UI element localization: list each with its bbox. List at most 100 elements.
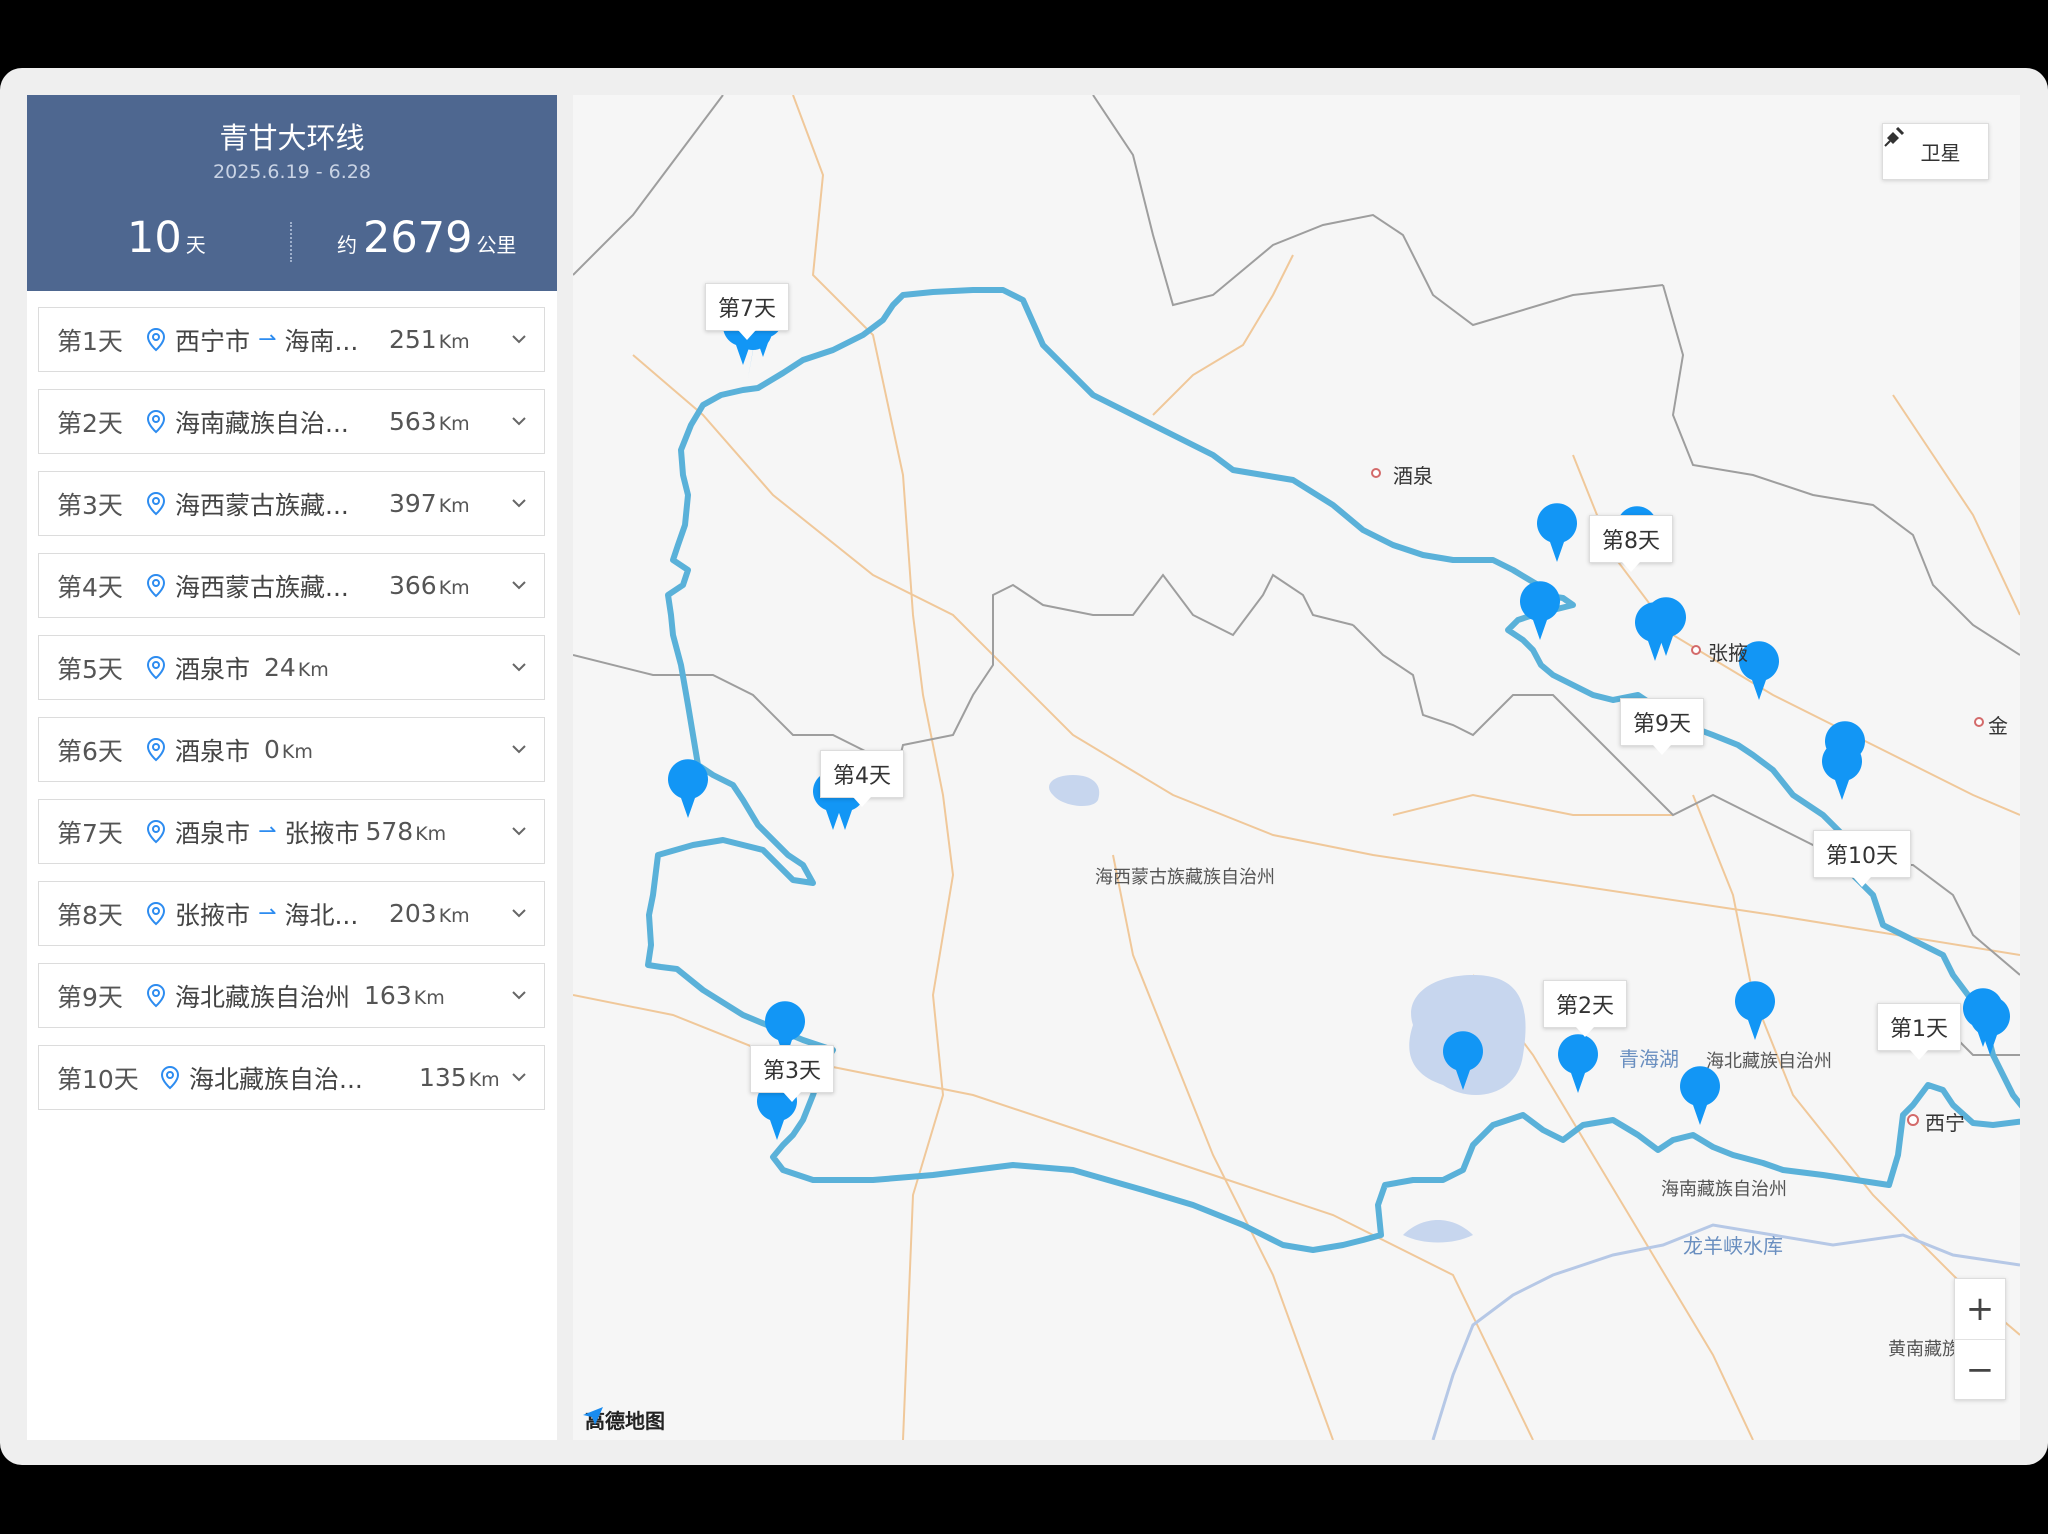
label-qinghai-lake: 青海湖 <box>1619 1047 1679 1071</box>
map-marker-icon <box>1558 1034 1598 1093</box>
chevron-down-icon[interactable] <box>510 986 528 1004</box>
amap-logo-icon <box>583 1407 603 1425</box>
label-haibei: 海北藏族自治州 <box>1706 1051 1832 1072</box>
callout-day8[interactable]: 第8天 <box>1589 515 1673 572</box>
day-distance: 563 Km <box>389 407 470 436</box>
chevron-down-icon[interactable] <box>510 494 528 512</box>
trip-dates: 2025.6.19 - 6.28 <box>213 161 371 183</box>
map-provider-logo: 高德地图 <box>581 1405 665 1434</box>
chevron-down-icon[interactable] <box>510 822 528 840</box>
day-row-3[interactable]: 第3天 海西蒙古族藏... 397 Km <box>38 471 545 536</box>
day-from: 酒泉市 <box>175 654 251 684</box>
day-row-5[interactable]: 第5天 酒泉市 24 Km <box>38 635 545 700</box>
location-pin-icon <box>146 983 166 1007</box>
location-pin-icon <box>146 491 166 515</box>
map-canvas[interactable] <box>573 95 2020 1440</box>
day-list: 第1天 西宁市 ⇀ 海南... 251 Km 第2天 海南藏族自治... 563 K… <box>38 307 545 1127</box>
day-row-8[interactable]: 第8天 张掖市 ⇀ 海北... 203 Km <box>38 881 545 946</box>
day-to: 海北... <box>284 900 359 930</box>
day-row-1[interactable]: 第1天 西宁市 ⇀ 海南... 251 Km <box>38 307 545 372</box>
label-haixi: 海西蒙古族藏族自治州 <box>1095 867 1275 888</box>
day-from: 海西蒙古族藏... <box>175 572 349 602</box>
day-label: 第7天 <box>57 818 123 848</box>
day-row-6[interactable]: 第6天 酒泉市 0 Km <box>38 717 545 782</box>
chevron-down-icon[interactable] <box>510 330 528 348</box>
day-from: 西宁市 <box>175 326 251 356</box>
day-to: 张掖市 <box>284 818 360 848</box>
zoom-control: + − <box>1954 1278 2006 1400</box>
days-unit: 天 <box>185 233 206 257</box>
route-stop-markers <box>668 298 2010 1140</box>
location-pin-icon <box>146 819 166 843</box>
chevron-down-icon[interactable] <box>510 1068 528 1086</box>
satellite-toggle-button[interactable]: 卫星 <box>1882 123 1989 180</box>
route-arrow-icon: ⇀ <box>258 819 277 844</box>
day-label: 第2天 <box>57 408 123 438</box>
map-marker-icon <box>1970 996 2010 1055</box>
day-row-10[interactable]: 第10天 海北藏族自治... 135 Km <box>38 1045 545 1110</box>
road-layer <box>573 95 2020 1440</box>
stat-divider <box>290 222 292 262</box>
distance-prefix: 约 <box>337 233 357 257</box>
callout-day2[interactable]: 第2天 <box>1543 980 1627 1037</box>
day-to: 海南... <box>284 326 359 356</box>
label-jin: 金 <box>1988 714 2008 738</box>
distance-unit: 公里 <box>476 233 517 257</box>
location-pin-icon <box>146 901 166 925</box>
location-pin-icon <box>146 573 166 597</box>
day-row-2[interactable]: 第2天 海南藏族自治... 563 Km <box>38 389 545 454</box>
label-xining: 西宁 <box>1925 1111 1965 1135</box>
callout-day4[interactable]: 第4天 <box>820 750 904 807</box>
callout-day3[interactable]: 第3天 <box>750 1045 834 1102</box>
day-from: 海西蒙古族藏... <box>175 490 349 520</box>
day-distance: 24 Km <box>264 653 329 682</box>
trip-title: 青甘大环线 <box>219 121 365 155</box>
map-marker-icon <box>1821 741 1862 800</box>
location-pin-icon <box>146 327 166 351</box>
chevron-down-icon[interactable] <box>510 740 528 758</box>
callout-day10[interactable]: 第10天 <box>1813 830 1911 887</box>
map-marker-icon <box>1537 503 1577 562</box>
day-row-4[interactable]: 第4天 海西蒙古族藏... 366 Km <box>38 553 545 618</box>
day-row-7[interactable]: 第7天 酒泉市 ⇀ 张掖市 578 Km <box>38 799 545 864</box>
trip-summary-header: 青甘大环线 2025.6.19 - 6.28 10 天 约 2679 公里 <box>27 95 557 291</box>
label-hainan: 海南藏族自治州 <box>1661 1179 1787 1200</box>
day-distance: 203 Km <box>389 899 470 928</box>
trip-distance-stat: 约 2679 公里 <box>337 213 516 263</box>
zoom-in-button[interactable]: + <box>1955 1279 2005 1340</box>
location-pin-icon <box>146 409 166 433</box>
border-layer <box>573 95 2020 1056</box>
label-jiuquan: 酒泉 <box>1393 464 1433 488</box>
day-row-9[interactable]: 第9天 海北藏族自治州 163 Km <box>38 963 545 1028</box>
trip-days-stat: 10 天 <box>127 213 206 263</box>
day-label: 第6天 <box>57 736 123 766</box>
map-marker-icon <box>1635 602 1675 661</box>
route-arrow-icon: ⇀ <box>258 327 277 352</box>
callout-day9[interactable]: 第9天 <box>1620 698 1704 755</box>
location-pin-icon <box>160 1065 180 1089</box>
itinerary-panel: 青甘大环线 2025.6.19 - 6.28 10 天 约 2679 公里 第1天 西… <box>27 95 557 1440</box>
chevron-down-icon[interactable] <box>510 658 528 676</box>
app-frame: 青甘大环线 2025.6.19 - 6.28 10 天 约 2679 公里 第1天 西… <box>0 68 2048 1465</box>
days-value: 10 <box>127 213 182 263</box>
callout-day1[interactable]: 第1天 <box>1877 1003 1961 1060</box>
day-distance: 0 Km <box>264 735 313 764</box>
distance-value: 2679 <box>363 213 473 263</box>
route-map[interactable]: 酒泉 张掖 金 海西蒙古族藏族自治州 青海湖 海北藏族自治州 西宁 海南藏族自治… <box>573 95 2020 1440</box>
chevron-down-icon[interactable] <box>510 904 528 922</box>
day-label: 第4天 <box>57 572 123 602</box>
day-label: 第10天 <box>57 1064 139 1094</box>
callout-day7[interactable]: 第7天 <box>705 283 789 340</box>
day-distance: 366 Km <box>389 571 470 600</box>
zoom-out-button[interactable]: − <box>1955 1340 2005 1400</box>
chevron-down-icon[interactable] <box>510 576 528 594</box>
day-from: 酒泉市 <box>175 818 251 848</box>
chevron-down-icon[interactable] <box>510 412 528 430</box>
map-marker-icon <box>668 759 708 818</box>
day-label: 第1天 <box>57 326 123 356</box>
label-zhangye: 张掖 <box>1708 641 1748 665</box>
day-from: 张掖市 <box>175 900 251 930</box>
day-distance: 251 Km <box>389 325 470 354</box>
label-huangnan: 黄南藏族 <box>1888 1339 1960 1360</box>
day-label: 第8天 <box>57 900 123 930</box>
